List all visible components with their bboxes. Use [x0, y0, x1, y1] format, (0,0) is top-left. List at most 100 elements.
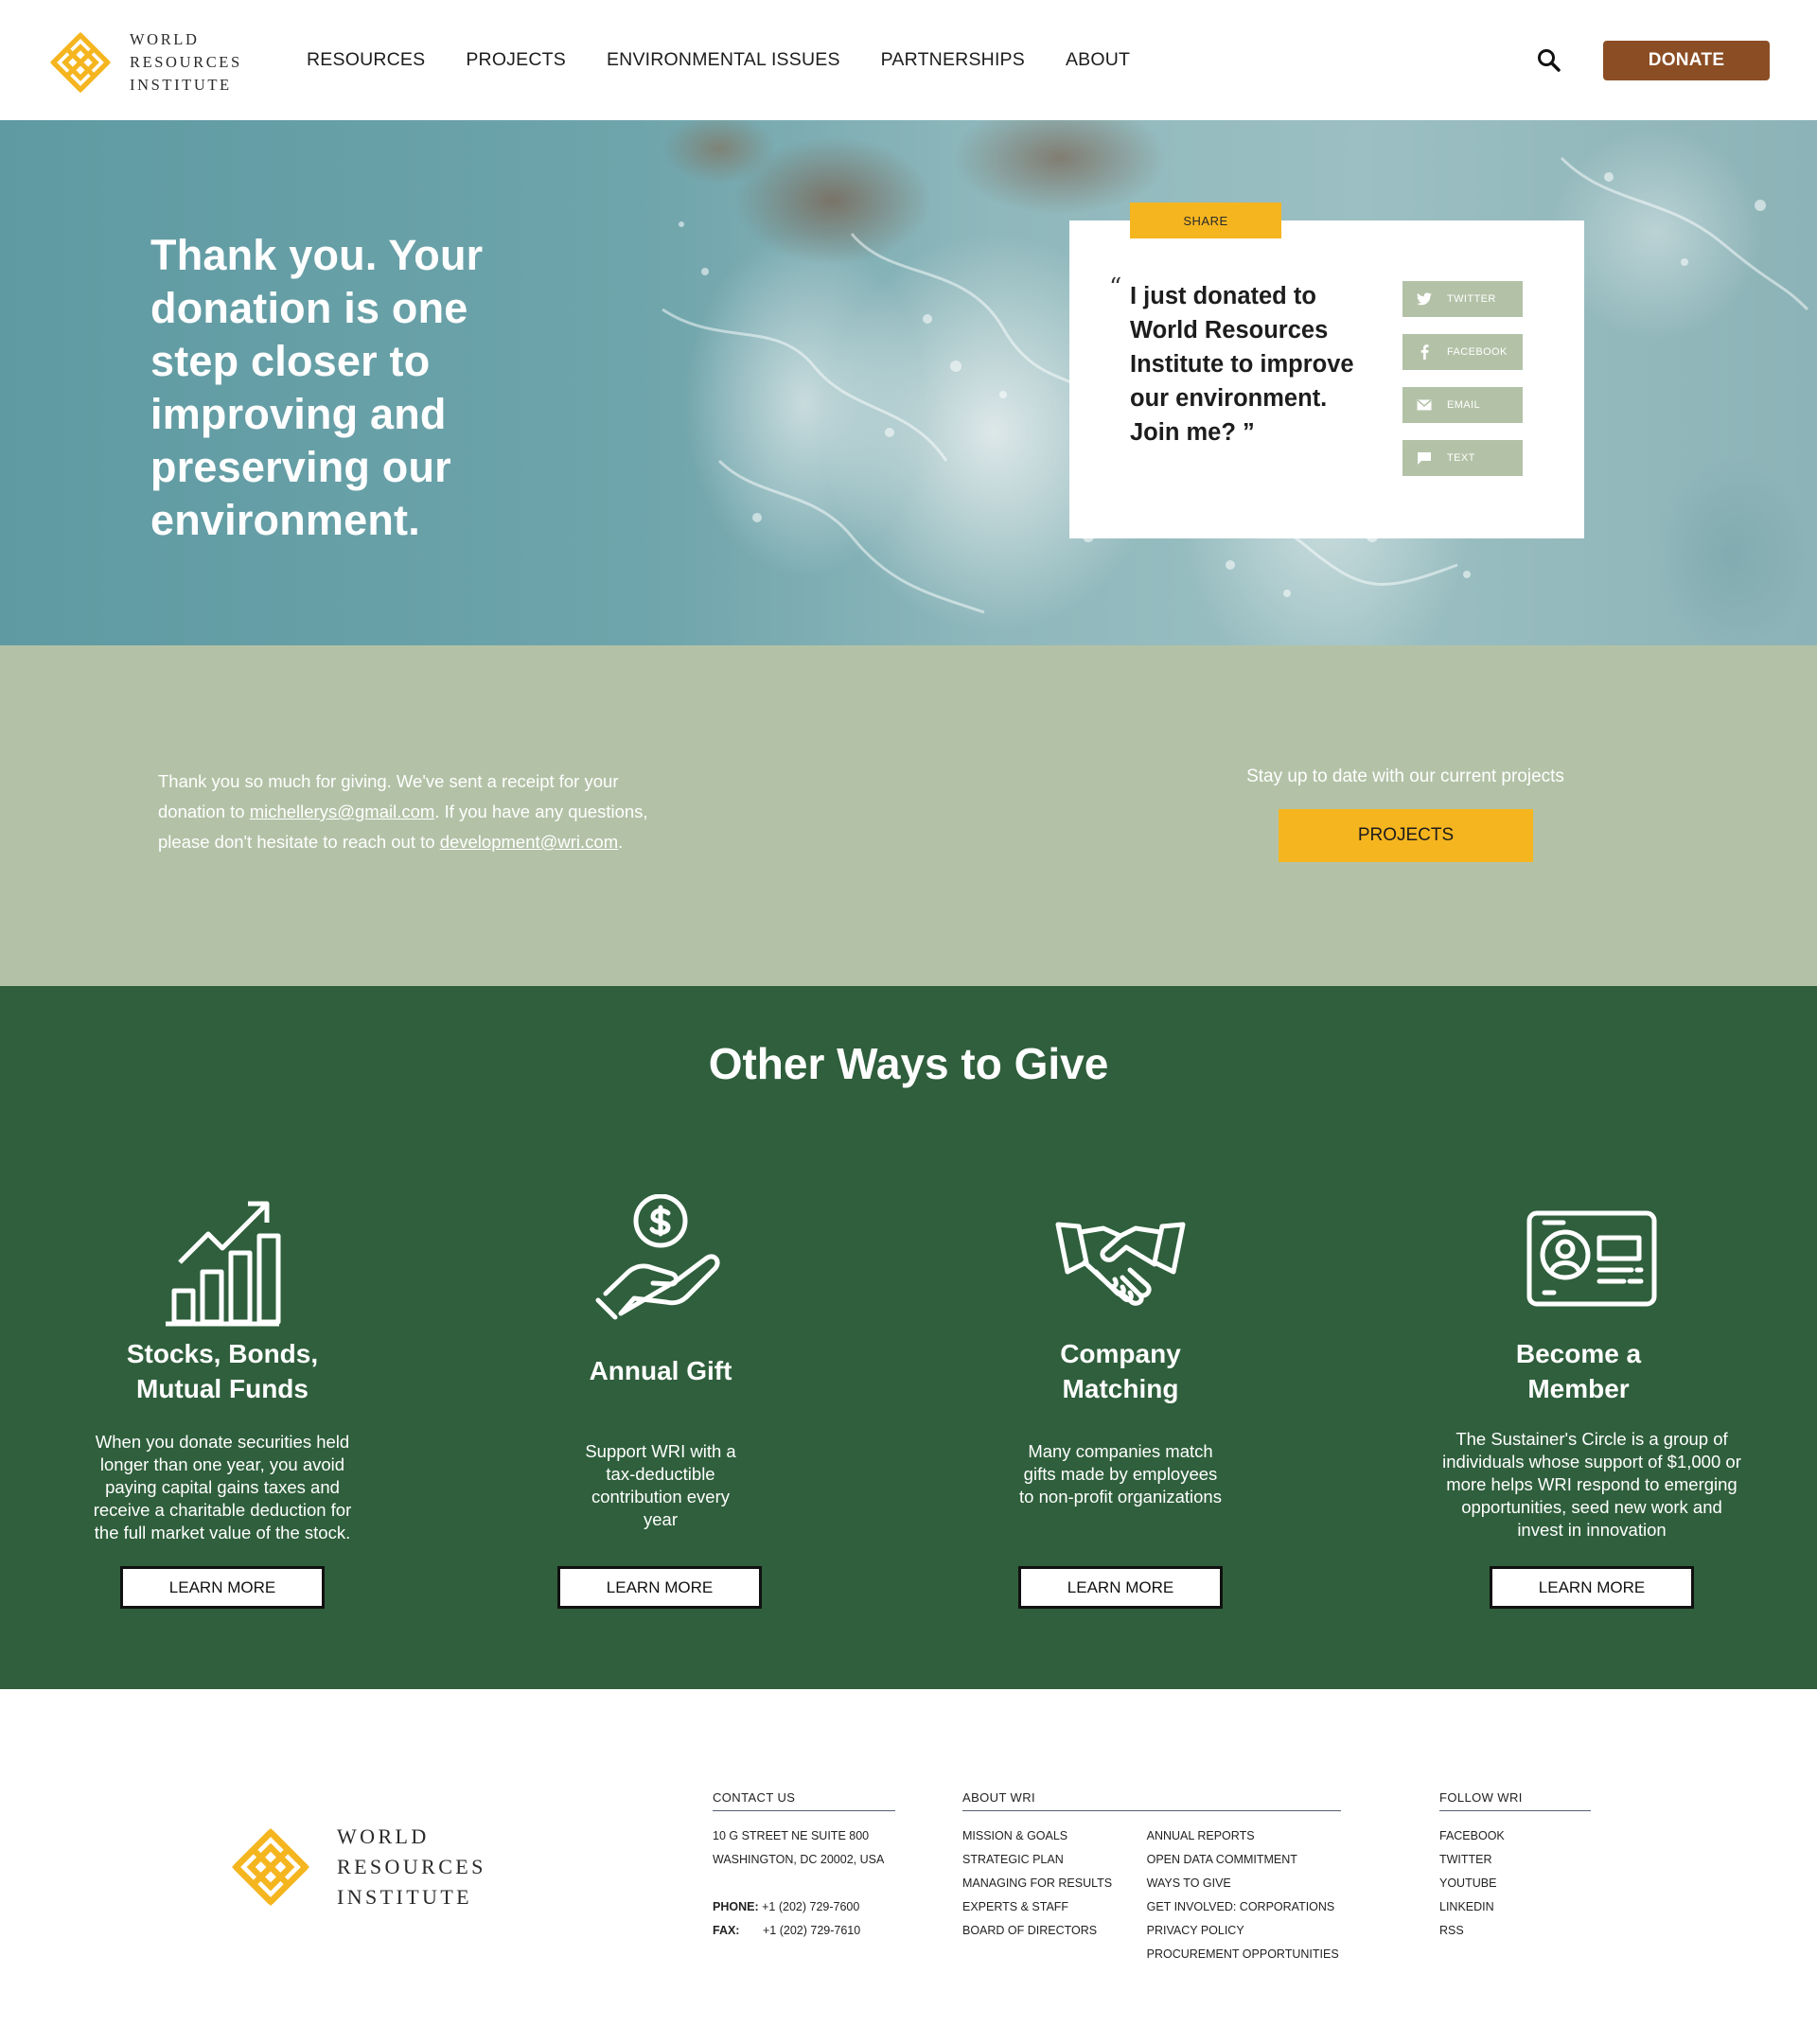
site-header: World Resources Institute RESOURCES PROJ… [0, 0, 1817, 120]
search-button[interactable] [1535, 46, 1563, 75]
way-title-company-matching-line1: Company [1060, 1339, 1181, 1368]
handshake-icon [1055, 1222, 1186, 1306]
way-title-annual-gift: Annual Gift [509, 1353, 812, 1388]
way-title-company-matching-line2: Matching [1062, 1374, 1179, 1403]
nav-resources[interactable]: RESOURCES [307, 49, 425, 71]
projects-button[interactable]: PROJECTS [1279, 809, 1533, 862]
footer-phone-value: +1 (202) 729-7600 [762, 1900, 860, 1913]
footer-link-twitter[interactable]: TWITTER [1439, 1848, 1591, 1872]
footer-link-procurement[interactable]: PROCUREMENT OPPORTUNITIES [1147, 1943, 1341, 1966]
receipt-band: Thank you so much for giving. We've sent… [0, 645, 1817, 986]
share-facebook-button[interactable]: FACEBOOK [1402, 334, 1523, 370]
site-footer: World Resources Institute CONTACT US 10 … [0, 1689, 1817, 2044]
footer-contact-heading: CONTACT US [713, 1790, 895, 1811]
share-quote: I just donated to World Resources Instit… [1130, 279, 1376, 449]
quote-open-mark: “ [1109, 273, 1122, 302]
way-icon-wrap [509, 1194, 812, 1336]
growth-chart-icon [166, 1201, 281, 1327]
footer-wri-logo[interactable]: World Resources Institute [227, 1822, 486, 1912]
main-nav: RESOURCES PROJECTS ENVIRONMENTAL ISSUES … [307, 49, 1171, 71]
contact-email-link[interactable]: development@wri.com [440, 832, 618, 852]
footer-about-links: MISSION & GOALS STRATEGIC PLAN MANAGING … [962, 1824, 1341, 1966]
nav-projects[interactable]: PROJECTS [466, 49, 566, 71]
learn-more-stocks-button[interactable]: LEARN MORE [120, 1566, 325, 1609]
learn-more-company-matching-button[interactable]: LEARN MORE [1018, 1566, 1223, 1609]
wri-logo[interactable]: World Resources Institute [46, 28, 242, 97]
footer-link-annual-reports[interactable]: ANNUAL REPORTS [1147, 1824, 1341, 1848]
receipt-text-after: . [618, 832, 624, 852]
other-ways-title: Other Ways to Give [708, 1039, 1109, 1088]
footer-link-open-data[interactable]: OPEN DATA COMMITMENT [1147, 1848, 1341, 1872]
facebook-icon [1415, 344, 1434, 360]
footer-logo-wordmark: World Resources Institute [337, 1822, 486, 1912]
wri-logo-mark-icon [232, 1828, 309, 1906]
learn-more-annual-gift-button[interactable]: LEARN MORE [557, 1566, 762, 1609]
way-title-stocks: Stocks, Bonds, Mutual Funds [71, 1336, 374, 1406]
footer-link-managing-results[interactable]: MANAGING FOR RESULTS [962, 1872, 1147, 1895]
share-twitter-label: TWITTER [1447, 293, 1496, 305]
share-facebook-label: FACEBOOK [1447, 346, 1508, 358]
logo-line-2: Resources [130, 53, 242, 71]
way-desc-annual-gift: Support WRI with a tax-deductible contri… [585, 1441, 736, 1529]
footer-follow-column: FOLLOW WRI FACEBOOK TWITTER YOUTUBE LINK… [1439, 1790, 1591, 1943]
chat-bubble-icon [1415, 450, 1434, 466]
footer-link-strategic-plan[interactable]: STRATEGIC PLAN [962, 1848, 1147, 1872]
nav-about[interactable]: ABOUT [1066, 49, 1130, 71]
footer-link-mission[interactable]: MISSION & GOALS [962, 1824, 1147, 1848]
learn-more-member-button[interactable]: LEARN MORE [1490, 1566, 1694, 1609]
footer-link-youtube[interactable]: YOUTUBE [1439, 1872, 1591, 1895]
footer-logo-line-2: Resources [337, 1855, 486, 1878]
receipt-email-link[interactable]: michellerys@gmail.com [250, 802, 435, 821]
nav-partnerships[interactable]: PARTNERSHIPS [881, 49, 1025, 71]
share-email-label: EMAIL [1447, 399, 1481, 411]
footer-about-column: ABOUT WRI MISSION & GOALS STRATEGIC PLAN… [962, 1790, 1341, 1966]
way-title-member-line2: Member [1527, 1374, 1630, 1403]
way-desc-stocks: When you donate securities held longer t… [93, 1432, 352, 1542]
share-email-button[interactable]: EMAIL [1402, 387, 1523, 423]
footer-address-line1: 10 G STREET NE SUITE 800 [713, 1829, 870, 1842]
footer-link-ways-to-give[interactable]: WAYS TO GIVE [1147, 1872, 1341, 1895]
way-title-stocks-line2: Mutual Funds [136, 1374, 309, 1403]
way-title-stocks-line1: Stocks, Bonds, [126, 1339, 319, 1368]
hero-banner: Thank you. Your donation is one step clo… [0, 120, 1817, 645]
footer-phone-label: PHONE: [713, 1900, 759, 1913]
footer-logo-line-3: Institute [337, 1885, 473, 1909]
nav-environmental-issues[interactable]: ENVIRONMENTAL ISSUES [607, 49, 840, 71]
footer-link-board[interactable]: BOARD OF DIRECTORS [962, 1919, 1147, 1943]
way-icon-wrap [969, 1194, 1272, 1336]
share-tag: SHARE [1130, 203, 1281, 238]
footer-link-facebook[interactable]: FACEBOOK [1439, 1824, 1591, 1848]
way-icon-wrap [71, 1194, 374, 1336]
way-title-company-matching: Company Matching [969, 1336, 1272, 1406]
way-desc-company-matching: Many companies match gifts made by emplo… [1019, 1441, 1222, 1507]
share-text-button[interactable]: TEXT [1402, 440, 1523, 476]
footer-link-privacy[interactable]: PRIVACY POLICY [1147, 1919, 1341, 1943]
footer-address-line2: WASHINGTON, DC 20002, USA [713, 1853, 885, 1866]
footer-link-linkedin[interactable]: LINKEDIN [1439, 1895, 1591, 1919]
stay-updated-text: Stay up to date with our current project… [1246, 766, 1564, 786]
footer-phone: PHONE: +1 (202) 729-7600 [713, 1895, 895, 1919]
wri-logo-wordmark: World Resources Institute [130, 28, 242, 97]
footer-about-links-col2: ANNUAL REPORTS OPEN DATA COMMITMENT WAYS… [1147, 1824, 1341, 1966]
footer-about-links-col1: MISSION & GOALS STRATEGIC PLAN MANAGING … [962, 1824, 1147, 1966]
footer-link-rss[interactable]: RSS [1439, 1919, 1591, 1943]
other-ways-section: Other Ways to Give Stocks, Bonds, Mutual… [0, 986, 1817, 1689]
receipt-message: Thank you so much for giving. We've sent… [158, 766, 669, 857]
email-icon [1415, 397, 1434, 413]
footer-follow-heading: FOLLOW WRI [1439, 1790, 1591, 1811]
wri-logo-mark-icon [49, 31, 112, 94]
footer-about-heading: ABOUT WRI [962, 1790, 1341, 1811]
share-text-label: TEXT [1447, 452, 1475, 464]
donate-button[interactable]: DONATE [1603, 41, 1770, 80]
way-title-member-line1: Become a [1515, 1339, 1642, 1368]
search-icon [1538, 49, 1561, 72]
member-card-icon [1526, 1210, 1657, 1307]
hand-coin-icon [595, 1194, 720, 1320]
twitter-icon [1415, 291, 1434, 307]
footer-link-experts-staff[interactable]: EXPERTS & STAFF [962, 1895, 1147, 1919]
hero-title: Thank you. Your donation is one step clo… [150, 231, 484, 544]
footer-contact-column: CONTACT US 10 G STREET NE SUITE 800 WASH… [713, 1790, 895, 1943]
footer-logo-line-1: World [337, 1824, 430, 1848]
footer-link-get-involved[interactable]: GET INVOLVED: CORPORATIONS [1147, 1895, 1341, 1919]
share-twitter-button[interactable]: TWITTER [1402, 281, 1523, 317]
